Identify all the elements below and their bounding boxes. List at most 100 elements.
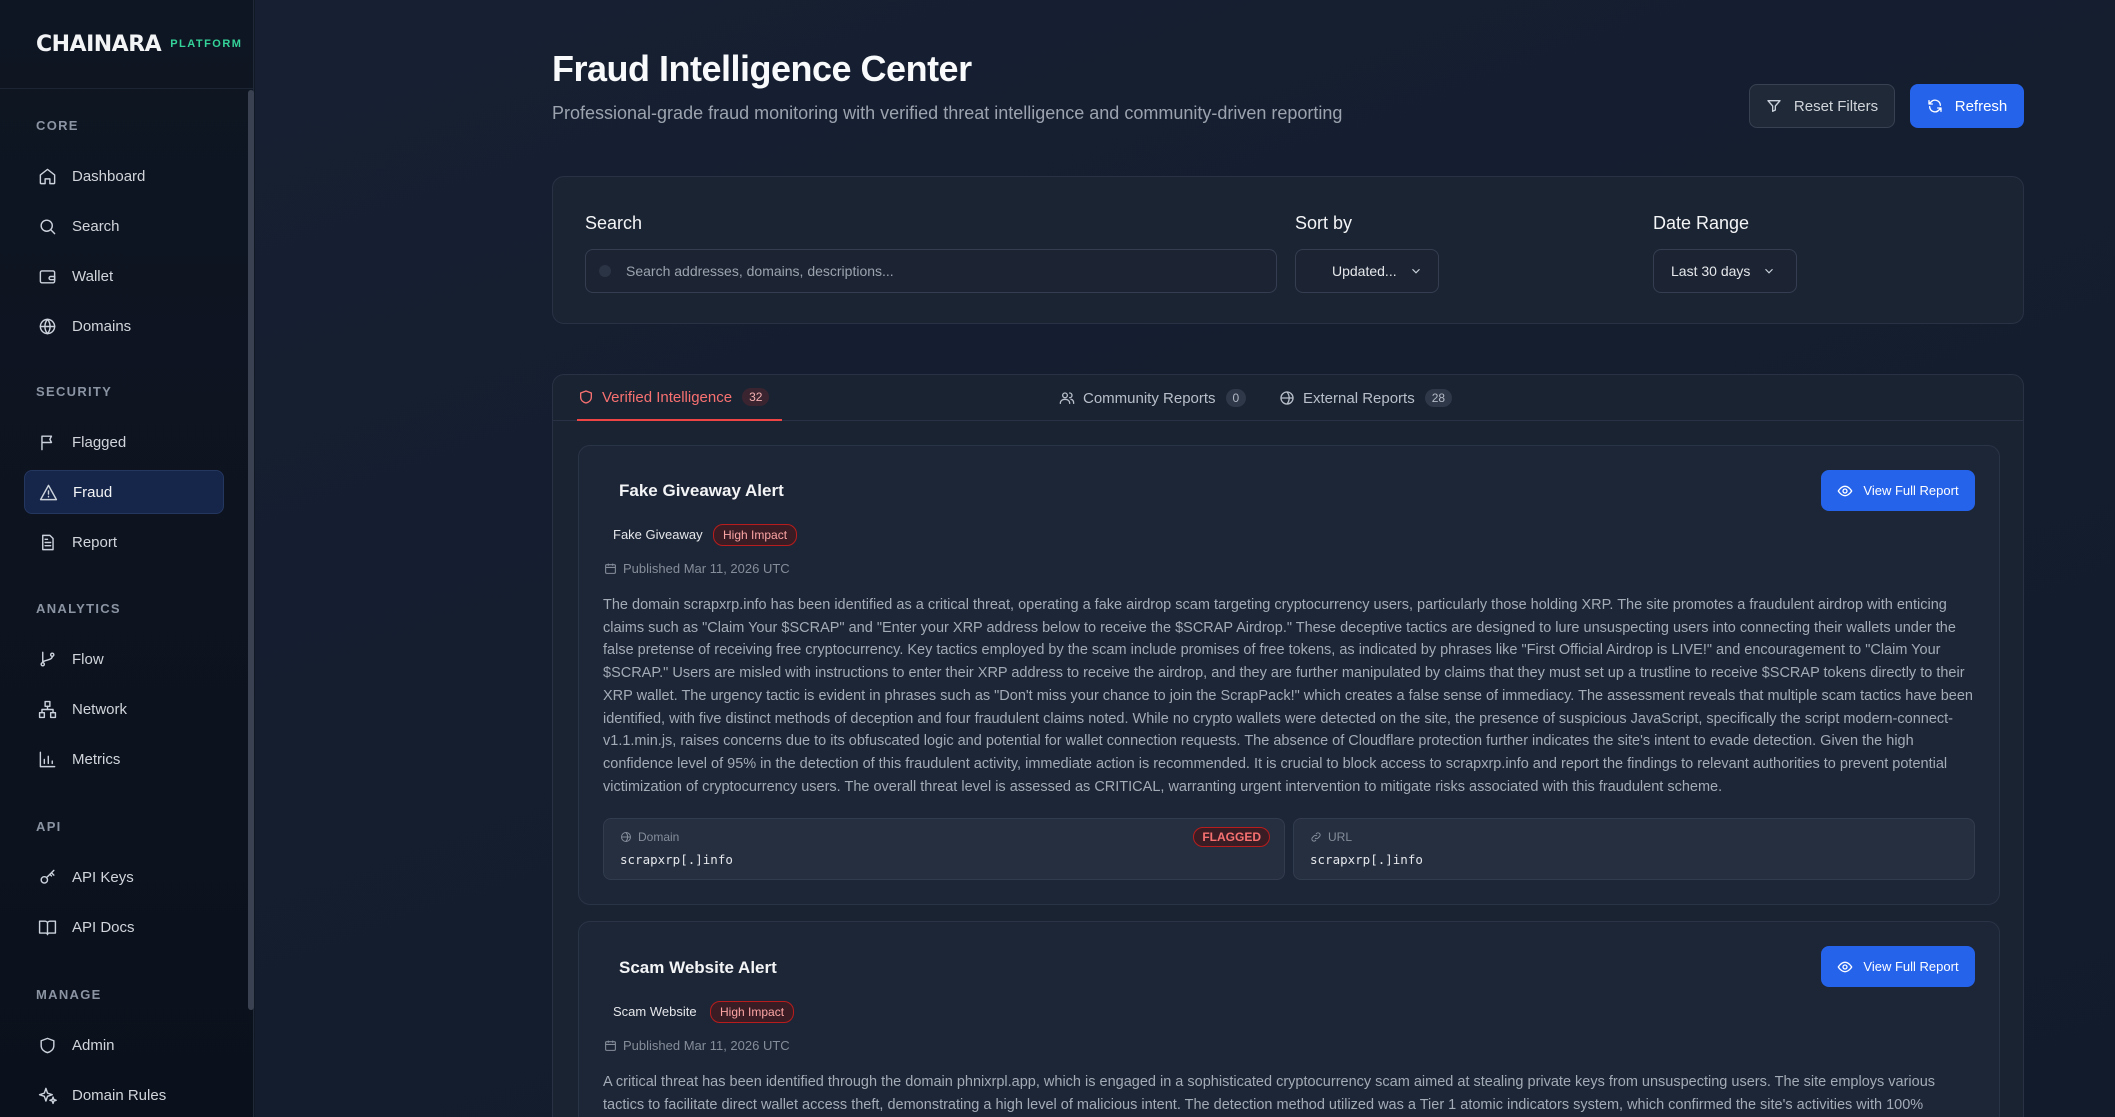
sidebar-item-domains[interactable]: Domains <box>24 304 224 348</box>
nav-section-analytics: ANALYTICS <box>36 601 121 616</box>
indicator-label-text: Domain <box>638 830 680 844</box>
chevron-down-icon <box>1411 268 1420 274</box>
sidebar-item-api-docs[interactable]: API Docs <box>24 905 224 949</box>
view-report-label: View Full Report <box>1863 483 1959 498</box>
search-icon <box>599 265 611 277</box>
indicator-domain: Domain FLAGGED scrapxrp[.]info <box>603 818 1285 880</box>
bar-chart-icon <box>36 748 58 770</box>
sidebar-item-fraud[interactable]: Fraud <box>24 470 224 514</box>
tab-label: Verified Intelligence <box>602 388 733 406</box>
sidebar-item-label: Domains <box>72 317 132 335</box>
brand-logo: CHAINARA <box>36 31 162 57</box>
indicator-url: URL scrapxrp[.]info <box>1293 818 1975 880</box>
main-content: Fraud Intelligence Center Professional-g… <box>255 0 2115 1117</box>
sort-label: Sort by <box>1295 213 1353 233</box>
impact-badge: High Impact <box>710 1001 795 1023</box>
published-date: Published Mar 11, 2026 UTC <box>604 561 790 576</box>
brand: CHAINARA PLATFORM <box>0 0 266 89</box>
sidebar-item-api-keys[interactable]: API Keys <box>24 855 224 899</box>
home-icon <box>36 165 58 187</box>
card-description: A critical threat has been identified th… <box>603 1074 1936 1113</box>
filters-panel: Search Sort by Updated... Date Range Las… <box>552 176 2024 324</box>
category-tag: Scam Website <box>613 1004 697 1019</box>
tab-count: 32 <box>742 388 770 406</box>
git-branch-icon <box>36 648 58 670</box>
sidebar-item-flow[interactable]: Flow <box>24 637 224 681</box>
nav-section-manage: MANAGE <box>36 987 102 1002</box>
sidebar-item-domain-rules[interactable]: Domain Rules <box>24 1073 224 1117</box>
sidebar-item-flagged[interactable]: Flagged <box>24 420 224 464</box>
impact-badge: High Impact <box>713 524 798 546</box>
flag-icon <box>36 431 58 453</box>
network-icon <box>36 698 58 720</box>
page-subtitle: Professional-grade fraud monitoring with… <box>552 103 1343 123</box>
globe-icon <box>621 832 631 842</box>
sidebar-item-label: Wallet <box>72 267 114 285</box>
view-report-label: View Full Report <box>1863 959 1959 974</box>
sidebar-item-label: Fraud <box>73 483 113 501</box>
nav-section-core: CORE <box>36 118 79 133</box>
indicator-label-text: URL <box>1328 830 1353 844</box>
page-title: Fraud Intelligence Center <box>552 48 972 89</box>
search-icon <box>36 215 58 237</box>
results-panel: Verified Intelligence 32 Community Repor… <box>552 374 2024 1117</box>
file-text-icon <box>36 531 58 553</box>
card-title: Scam Website Alert <box>619 958 777 977</box>
indicator-value: scrapxrp[.]info <box>1310 852 1423 867</box>
sidebar-item-label: Domain Rules <box>72 1086 167 1104</box>
view-full-report-button[interactable]: View Full Report <box>1821 946 1975 987</box>
tab-verified-intelligence[interactable]: Verified Intelligence 32 <box>577 375 783 421</box>
sidebar-item-label: Report <box>72 533 118 551</box>
date-range-select[interactable]: Last 30 days <box>1653 249 1797 293</box>
refresh-icon <box>1928 99 1942 113</box>
indicator-label: Domain <box>620 830 679 844</box>
tab-count: 28 <box>1424 389 1453 407</box>
users-icon <box>1059 392 1075 404</box>
reset-filters-button[interactable]: Reset Filters <box>1749 84 1895 128</box>
sidebar-item-admin[interactable]: Admin <box>24 1023 224 1067</box>
search-input[interactable] <box>585 249 1277 293</box>
view-full-report-button[interactable]: View Full Report <box>1821 470 1975 511</box>
calendar-icon <box>605 563 616 574</box>
published-date: Published Mar 11, 2026 UTC <box>604 1038 790 1053</box>
sidebar-item-label: API Docs <box>72 918 135 936</box>
sidebar-scrollbar[interactable] <box>248 90 254 1010</box>
sidebar-item-label: Dashboard <box>72 167 146 185</box>
book-icon <box>36 916 58 938</box>
sidebar-item-label: API Keys <box>72 868 134 886</box>
tab-count: 0 <box>1225 389 1247 407</box>
sidebar-item-dashboard[interactable]: Dashboard <box>24 154 224 198</box>
sparkles-icon <box>36 1084 58 1106</box>
shield-icon <box>36 1034 58 1056</box>
sort-value: Updated... <box>1332 263 1397 279</box>
indicator-label: URL <box>1310 830 1352 844</box>
refresh-button[interactable]: Refresh <box>1910 84 2024 128</box>
shield-icon <box>580 390 592 404</box>
card-description: The domain scrapxrp.info has been identi… <box>603 597 1973 795</box>
sidebar-item-report[interactable]: Report <box>24 520 224 564</box>
sidebar: CHAINARA PLATFORM CORE Dashboard Search … <box>0 0 266 1117</box>
sidebar-item-label: Flagged <box>72 433 127 451</box>
tab-label: Community Reports <box>1083 389 1216 407</box>
nav-section-security: SECURITY <box>36 384 113 399</box>
filter-icon <box>1767 100 1781 112</box>
tab-community-reports[interactable]: Community Reports 0 <box>1059 375 1247 421</box>
alert-card: Fake Giveaway Alert View Full Report Fak… <box>578 445 2000 905</box>
brand-tag: PLATFORM <box>170 38 243 50</box>
sidebar-item-network[interactable]: Network <box>24 687 224 731</box>
chevron-down-icon <box>1765 268 1774 274</box>
sidebar-item-label: Network <box>72 700 128 718</box>
sidebar-item-label: Metrics <box>72 750 121 768</box>
sidebar-item-wallet[interactable]: Wallet <box>24 254 224 298</box>
date-range-value: Last 30 days <box>1671 263 1751 279</box>
eye-icon <box>1837 961 1853 972</box>
sidebar-item-search[interactable]: Search <box>24 204 224 248</box>
sort-select[interactable]: Updated... <box>1295 249 1439 293</box>
globe-icon <box>36 315 58 337</box>
sidebar-item-metrics[interactable]: Metrics <box>24 737 224 781</box>
date-range-label: Date Range <box>1653 213 1750 233</box>
tab-external-reports[interactable]: External Reports 28 <box>1279 375 1453 421</box>
alert-triangle-icon <box>37 481 59 503</box>
alert-card: Scam Website Alert View Full Report Scam… <box>578 921 2000 1117</box>
calendar-icon <box>605 1040 616 1051</box>
